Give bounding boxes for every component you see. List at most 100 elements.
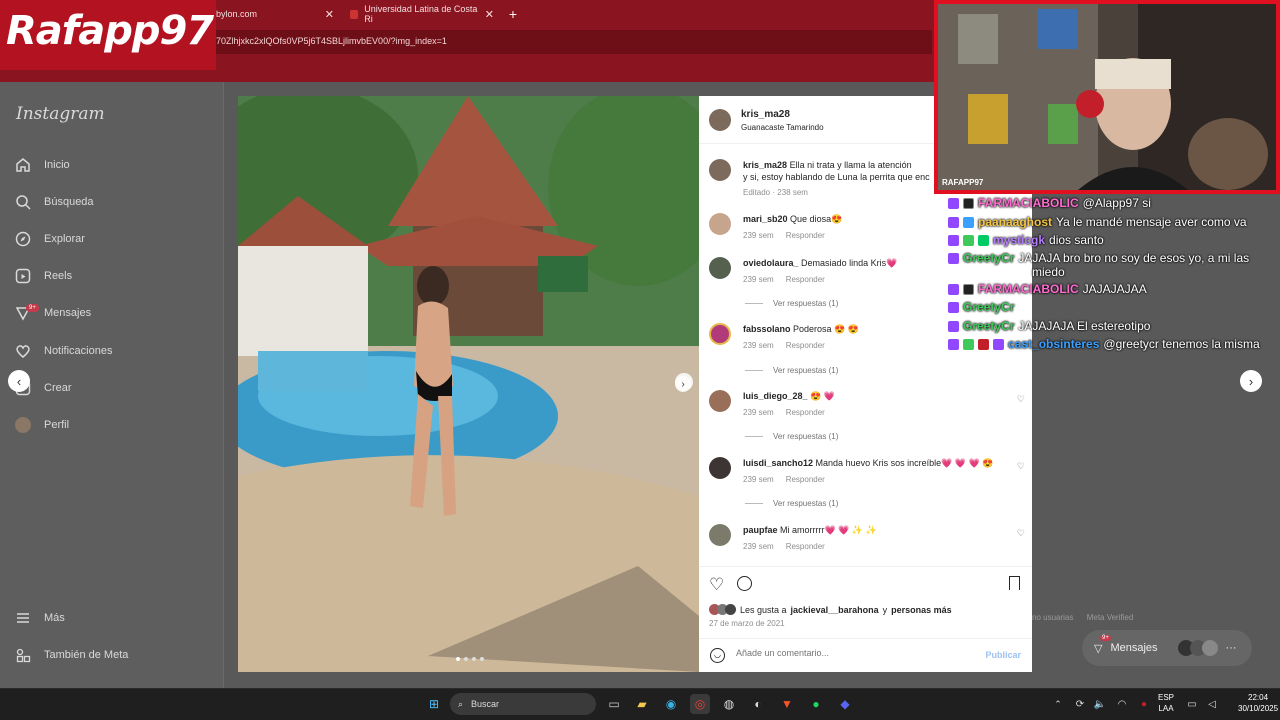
like-comment-icon[interactable]: ♡ xyxy=(1017,528,1025,539)
footer-link[interactable]: no usuarias xyxy=(1032,613,1073,622)
messages-pill[interactable]: ▽ 9+ Mensajes ··· xyxy=(1082,630,1252,666)
system-clock[interactable]: 22:04 30/10/2025 xyxy=(1238,692,1278,714)
reply-button[interactable]: Responder xyxy=(786,275,825,284)
add-comment-bar: ◡ Publicar xyxy=(699,638,1032,672)
view-replies-label: Ver respuestas (1) xyxy=(773,499,839,508)
divider xyxy=(745,503,763,504)
sidebar-item-meta[interactable]: También de Meta xyxy=(14,646,128,664)
comment-input[interactable] xyxy=(736,648,976,658)
tray-app-icon[interactable]: ● xyxy=(1134,694,1154,714)
language-indicator[interactable]: ESP LAA xyxy=(1158,692,1174,714)
sidebar-item-home[interactable]: Inicio xyxy=(14,156,70,174)
twitch-icon xyxy=(948,216,959,228)
like-icon[interactable]: ♡ xyxy=(709,575,724,595)
comment-time: 239 sem xyxy=(743,341,774,350)
favicon-icon xyxy=(350,9,359,19)
sidebar-item-label: Mensajes xyxy=(44,307,92,319)
comment-username[interactable]: paupfae xyxy=(743,525,778,535)
obs-icon[interactable]: ◐ xyxy=(748,694,768,714)
avatar[interactable] xyxy=(709,213,731,235)
comment-icon[interactable] xyxy=(737,576,752,591)
network-icon[interactable]: ◠ xyxy=(1112,694,1132,714)
sidebar-item-reels[interactable]: Reels xyxy=(14,267,72,285)
next-image-button[interactable]: › xyxy=(675,376,691,392)
avatar[interactable] xyxy=(709,323,731,345)
reply-button[interactable]: Responder xyxy=(786,341,825,350)
caption-username[interactable]: kris_ma28 xyxy=(743,160,787,170)
avatar[interactable] xyxy=(709,159,731,181)
chat-username[interactable]: GreetyCr xyxy=(963,251,1014,265)
comment-time: 239 sem xyxy=(743,542,774,551)
sync-icon[interactable]: ⟳ xyxy=(1070,694,1090,714)
address-bar[interactable]: 70Zlhjxkc2xlQOfs0VP5j6T4SBLjlimvbEV00/?i… xyxy=(210,30,932,54)
windows-start-icon[interactable]: ⊞ xyxy=(424,694,444,714)
edge-icon[interactable]: ◉ xyxy=(661,694,681,714)
instagram-logo[interactable]: Instagram xyxy=(16,104,105,124)
post-username[interactable]: kris_ma28 xyxy=(741,109,790,120)
speaker-icon[interactable]: ◁ xyxy=(1202,694,1222,714)
new-tab-button[interactable]: + xyxy=(504,4,522,24)
clock-date: 30/10/2025 xyxy=(1238,704,1279,713)
chat-username[interactable]: GreetyCr xyxy=(963,300,1014,314)
next-post-button[interactable]: › xyxy=(1240,370,1262,392)
sidebar-item-profile[interactable]: Perfil xyxy=(14,416,69,434)
reply-button[interactable]: Responder xyxy=(786,408,825,417)
publish-button[interactable]: Publicar xyxy=(985,650,1021,660)
avatar[interactable] xyxy=(709,257,731,279)
reply-button[interactable]: Responder xyxy=(786,231,825,240)
sidebar-item-notifications[interactable]: Notificaciones xyxy=(14,342,112,360)
browser-tab[interactable]: bylon.com ✕ xyxy=(210,4,340,24)
avatar[interactable] xyxy=(709,524,731,546)
footer-link[interactable]: Meta Verified xyxy=(1087,613,1134,622)
chevron-up-icon[interactable]: ⌃ xyxy=(1048,694,1068,714)
sidebar-item-explore[interactable]: Explorar xyxy=(14,230,85,248)
browser-tab[interactable]: Universidad Latina de Costa Ri ✕ xyxy=(344,4,500,24)
messages-label: Mensajes xyxy=(1110,642,1158,654)
reply-button[interactable]: Responder xyxy=(786,475,825,484)
comment-username[interactable]: luisdi_sancho12 xyxy=(743,458,813,468)
close-icon[interactable]: ✕ xyxy=(485,8,494,21)
comment-username[interactable]: fabssolano xyxy=(743,324,791,334)
chat-username[interactable]: cast_obsinteres xyxy=(1008,337,1099,351)
reply-button[interactable]: Responder xyxy=(786,542,825,551)
avatar[interactable] xyxy=(709,390,731,412)
comment-username[interactable]: mari_sb20 xyxy=(743,214,788,224)
like-comment-icon[interactable]: ♡ xyxy=(1017,461,1025,472)
bookmark-icon[interactable] xyxy=(1009,576,1020,590)
chat-username[interactable]: mysticgk xyxy=(993,233,1045,247)
chat-username[interactable]: FARMACIABOLIC xyxy=(978,196,1079,210)
chat-username[interactable]: FARMACIABOLIC xyxy=(978,282,1079,296)
emoji-icon[interactable]: ◡ xyxy=(710,648,725,663)
display-icon[interactable]: ▭ xyxy=(1182,694,1202,714)
comment-username[interactable]: oviedolaura_ xyxy=(743,258,799,268)
chat-username[interactable]: paanaaghost xyxy=(978,215,1052,229)
spotify-icon[interactable]: ● xyxy=(806,694,826,714)
view-replies-button[interactable]: Ver respuestas (1) xyxy=(745,366,838,375)
view-replies-button[interactable]: Ver respuestas (1) xyxy=(745,299,838,308)
brave-icon[interactable]: ▼ xyxy=(777,694,797,714)
steam-icon[interactable]: ◍ xyxy=(719,694,739,714)
close-icon[interactable]: ✕ xyxy=(325,8,334,21)
post-image[interactable] xyxy=(238,96,699,672)
sidebar-item-more[interactable]: Más xyxy=(14,609,65,627)
post-location[interactable]: Guanacaste Tamarindo xyxy=(741,123,824,132)
discord-icon[interactable]: ◆ xyxy=(835,694,855,714)
task-view-icon[interactable]: ▭ xyxy=(604,694,624,714)
volume-icon[interactable]: 🔈 xyxy=(1090,694,1110,714)
previous-post-button[interactable]: ‹ xyxy=(8,370,30,392)
chrome-icon[interactable]: ◎ xyxy=(690,694,710,714)
sidebar: Instagram Inicio Búsqueda Explorar Reels… xyxy=(0,82,224,688)
like-comment-icon[interactable]: ♡ xyxy=(1017,394,1025,405)
liker-username[interactable]: jackieval__barahona xyxy=(791,605,879,615)
file-explorer-icon[interactable]: ▰ xyxy=(632,694,652,714)
avatar[interactable] xyxy=(709,109,731,131)
comment-username[interactable]: luis_diego_28_ xyxy=(743,391,808,401)
chat-username[interactable]: GreetyCr xyxy=(963,319,1014,333)
view-replies-button[interactable]: Ver respuestas (1) xyxy=(745,499,838,508)
likes-more-link[interactable]: personas más xyxy=(891,605,952,615)
twitch-icon xyxy=(948,301,959,313)
taskbar-search[interactable]: ⌕ Buscar xyxy=(450,693,596,715)
sidebar-item-search[interactable]: Búsqueda xyxy=(14,193,94,211)
avatar[interactable] xyxy=(709,457,731,479)
view-replies-button[interactable]: Ver respuestas (1) xyxy=(745,432,838,441)
